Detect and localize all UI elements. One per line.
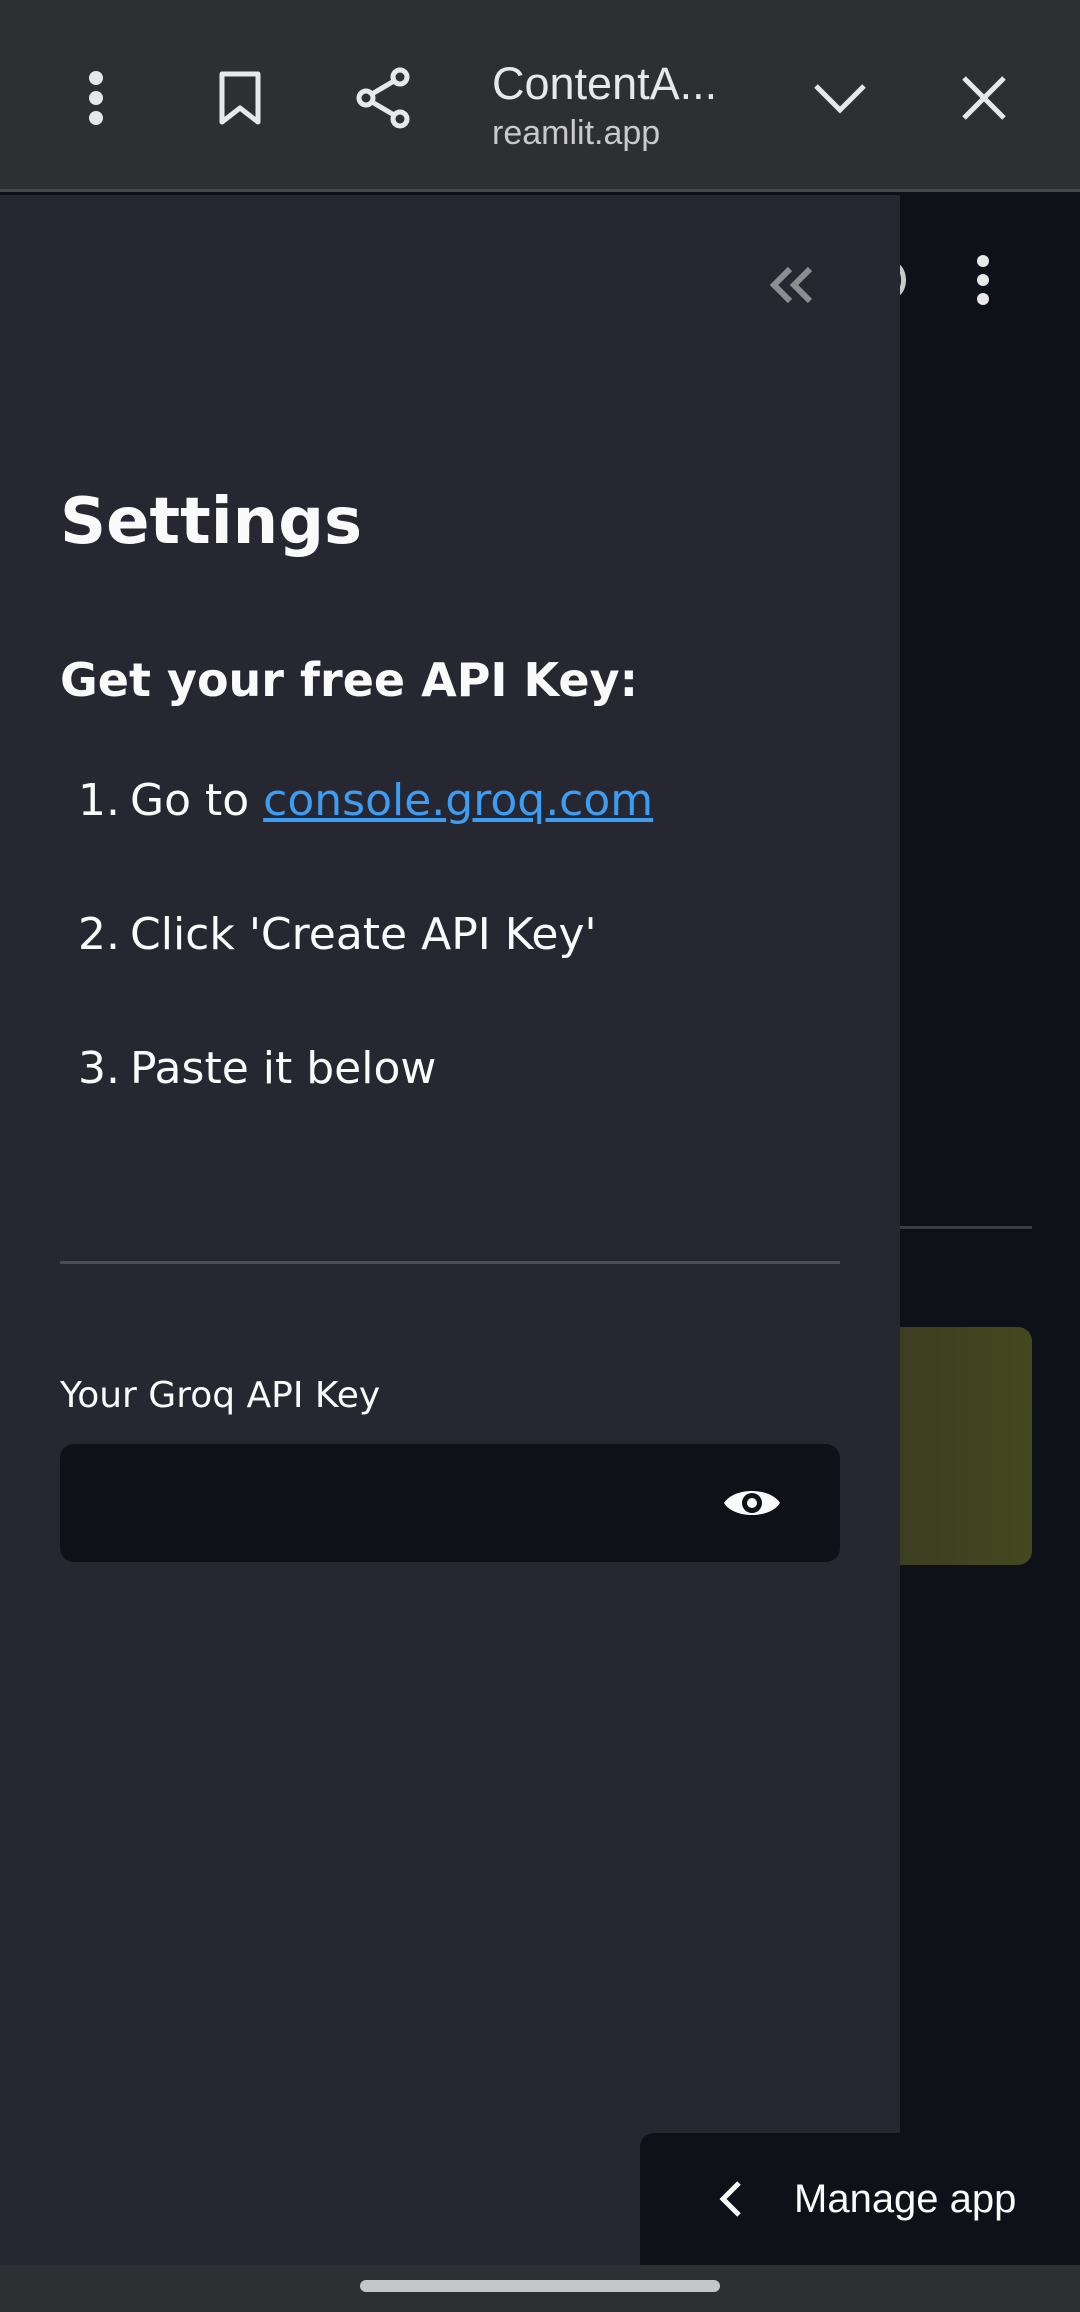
- api-key-input[interactable]: [60, 1444, 700, 1562]
- bookmark-icon[interactable]: [200, 58, 280, 138]
- chevron-left-icon: [710, 2179, 750, 2219]
- main-divider: [900, 1226, 1032, 1229]
- collapse-sidebar-icon[interactable]: [762, 255, 822, 315]
- step-number: 3.: [78, 1043, 120, 1094]
- console-link[interactable]: console.groq.com: [263, 775, 653, 826]
- sidebar-title: Settings: [60, 485, 363, 559]
- step-number: 1.: [78, 775, 120, 826]
- step-text: Click 'Create API Key': [130, 909, 597, 960]
- steps-list: 1. Go to console.groq.com 2. Click 'Crea…: [60, 775, 860, 1177]
- main-menu-icon[interactable]: [968, 253, 998, 307]
- browser-top-bar: ContentA... reamlit.app: [0, 0, 1080, 192]
- sidebar-subtitle: Get your free API Key:: [60, 653, 638, 707]
- step-text: Go to console.groq.com: [130, 775, 653, 826]
- step-prefix: Go to: [130, 775, 264, 826]
- manage-app-button[interactable]: Manage app: [640, 2133, 1080, 2265]
- share-icon[interactable]: [344, 58, 424, 138]
- chevron-down-icon[interactable]: [800, 58, 880, 138]
- close-icon[interactable]: [944, 58, 1024, 138]
- step-text: Paste it below: [130, 1043, 437, 1094]
- page-title[interactable]: ContentA...: [492, 58, 717, 110]
- app-screen: ContentA... reamlit.app Settings Get you…: [0, 0, 1080, 2312]
- sidebar: Settings Get your free API Key: 1. Go to…: [0, 195, 900, 2265]
- list-item: 3. Paste it below: [60, 1043, 860, 1177]
- page-url[interactable]: reamlit.app: [492, 114, 660, 153]
- eye-icon[interactable]: [722, 1473, 782, 1533]
- sidebar-divider: [60, 1261, 840, 1264]
- manage-app-label: Manage app: [794, 2176, 1017, 2221]
- list-item: 2. Click 'Create API Key': [60, 909, 860, 1043]
- main-warning-card: [880, 1327, 1032, 1565]
- more-vert-icon[interactable]: [56, 58, 136, 138]
- api-key-field[interactable]: [60, 1444, 840, 1562]
- step-number: 2.: [78, 909, 120, 960]
- home-gesture-handle[interactable]: [360, 2280, 720, 2292]
- api-key-label: Your Groq API Key: [60, 1375, 381, 1416]
- list-item: 1. Go to console.groq.com: [60, 775, 860, 909]
